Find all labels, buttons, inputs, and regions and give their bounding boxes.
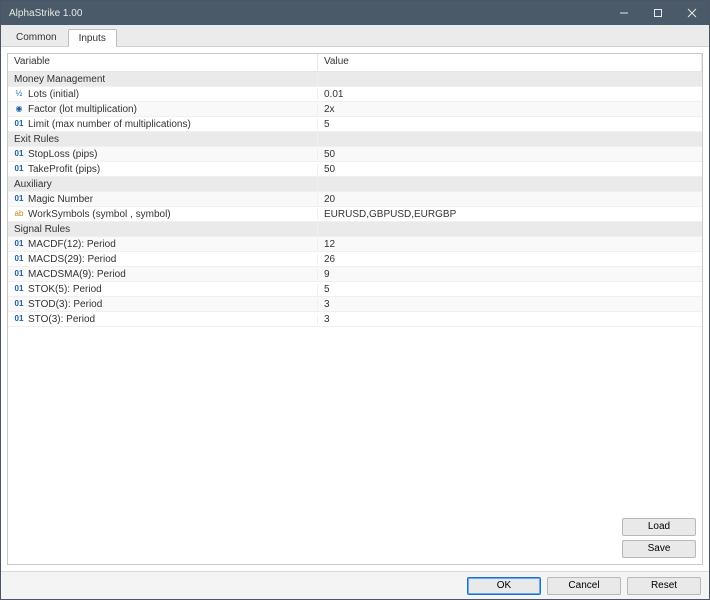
param-value[interactable]: 50 xyxy=(318,164,702,175)
type-num-icon: 01 xyxy=(14,149,24,159)
window-title: AlphaStrike 1.00 xyxy=(9,8,82,19)
type-num-icon: 01 xyxy=(14,194,24,204)
maximize-icon[interactable] xyxy=(641,1,675,25)
param-name: 01STO(3): Period xyxy=(8,314,318,325)
table-header: Variable Value xyxy=(8,54,702,72)
load-button[interactable]: Load xyxy=(622,518,696,536)
type-num-icon: 01 xyxy=(14,254,24,264)
table-row[interactable]: 01MACDF(12): Period12 xyxy=(8,237,702,252)
table-row[interactable]: ◉Factor (lot multiplication)2x xyxy=(8,102,702,117)
param-value[interactable]: 3 xyxy=(318,314,702,325)
param-value[interactable]: 2x xyxy=(318,104,702,115)
header-value: Value xyxy=(318,54,702,71)
header-variable: Variable xyxy=(8,54,318,71)
ok-button[interactable]: OK xyxy=(467,577,541,595)
type-dot-icon: ◉ xyxy=(14,104,24,114)
param-value[interactable]: 12 xyxy=(318,239,702,250)
table-row[interactable]: 01MACDSMA(9): Period9 xyxy=(8,267,702,282)
param-name: 01STOK(5): Period xyxy=(8,284,318,295)
type-num-icon: 01 xyxy=(14,239,24,249)
type-num-icon: 01 xyxy=(14,299,24,309)
group-row: Auxiliary xyxy=(8,177,702,192)
param-name: 01MACDSMA(9): Period xyxy=(8,269,318,280)
param-value[interactable]: 26 xyxy=(318,254,702,265)
group-row: Exit Rules xyxy=(8,132,702,147)
param-name: 01Limit (max number of multiplications) xyxy=(8,119,318,130)
close-icon[interactable] xyxy=(675,1,709,25)
param-value[interactable]: 0.01 xyxy=(318,89,702,100)
table-row[interactable]: abWorkSymbols (symbol , symbol)EURUSD,GB… xyxy=(8,207,702,222)
window-controls xyxy=(607,1,709,25)
tab-bar: Common Inputs xyxy=(1,25,709,47)
type-num-icon: 01 xyxy=(14,314,24,324)
param-name: abWorkSymbols (symbol , symbol) xyxy=(8,209,318,220)
footer: OK Cancel Reset xyxy=(1,571,709,599)
param-name: 01MACDS(29): Period xyxy=(8,254,318,265)
param-name: 01TakeProfit (pips) xyxy=(8,164,318,175)
param-value[interactable]: 50 xyxy=(318,149,702,160)
type-num-icon: 01 xyxy=(14,284,24,294)
param-value[interactable]: 3 xyxy=(318,299,702,310)
param-value[interactable]: 20 xyxy=(318,194,702,205)
table-row[interactable]: ½Lots (initial)0.01 xyxy=(8,87,702,102)
param-name: 01STOD(3): Period xyxy=(8,299,318,310)
type-num-icon: 01 xyxy=(14,164,24,174)
table-row[interactable]: 01STOK(5): Period5 xyxy=(8,282,702,297)
group-label: Money Management xyxy=(8,74,318,85)
param-value[interactable]: EURUSD,GBPUSD,EURGBP xyxy=(318,209,702,220)
group-row: Money Management xyxy=(8,72,702,87)
param-value[interactable]: 5 xyxy=(318,284,702,295)
side-buttons: Load Save xyxy=(622,518,696,558)
table-rows: Money Management½Lots (initial)0.01◉Fact… xyxy=(8,72,702,564)
table-row[interactable]: 01Magic Number20 xyxy=(8,192,702,207)
param-name: 01Magic Number xyxy=(8,194,318,205)
group-label: Auxiliary xyxy=(8,179,318,190)
param-name: 01StopLoss (pips) xyxy=(8,149,318,160)
type-str-icon: ab xyxy=(14,209,24,219)
param-name: 01MACDF(12): Period xyxy=(8,239,318,250)
cancel-button[interactable]: Cancel xyxy=(547,577,621,595)
table-row[interactable]: 01StopLoss (pips)50 xyxy=(8,147,702,162)
type-num-icon: 01 xyxy=(14,119,24,129)
type-half-icon: ½ xyxy=(14,89,24,99)
type-num-icon: 01 xyxy=(14,269,24,279)
group-label: Signal Rules xyxy=(8,224,318,235)
save-button[interactable]: Save xyxy=(622,540,696,558)
table-row[interactable]: 01STO(3): Period3 xyxy=(8,312,702,327)
table-row[interactable]: 01TakeProfit (pips)50 xyxy=(8,162,702,177)
param-value[interactable]: 5 xyxy=(318,119,702,130)
minimize-icon[interactable] xyxy=(607,1,641,25)
group-row: Signal Rules xyxy=(8,222,702,237)
reset-button[interactable]: Reset xyxy=(627,577,701,595)
titlebar: AlphaStrike 1.00 xyxy=(1,1,709,25)
tab-inputs[interactable]: Inputs xyxy=(68,29,117,47)
table-row[interactable]: 01STOD(3): Period3 xyxy=(8,297,702,312)
tab-common[interactable]: Common xyxy=(5,28,68,46)
parameters-table: Variable Value Money Management ½Lots (in… xyxy=(7,53,703,565)
table-row[interactable]: 01MACDS(29): Period26 xyxy=(8,252,702,267)
param-name: ◉Factor (lot multiplication) xyxy=(8,104,318,115)
table-row[interactable]: 01Limit (max number of multiplications)5 xyxy=(8,117,702,132)
param-value[interactable]: 9 xyxy=(318,269,702,280)
group-label: Exit Rules xyxy=(8,134,318,145)
content-area: Variable Value Money Management ½Lots (in… xyxy=(1,47,709,571)
param-name: ½Lots (initial) xyxy=(8,89,318,100)
